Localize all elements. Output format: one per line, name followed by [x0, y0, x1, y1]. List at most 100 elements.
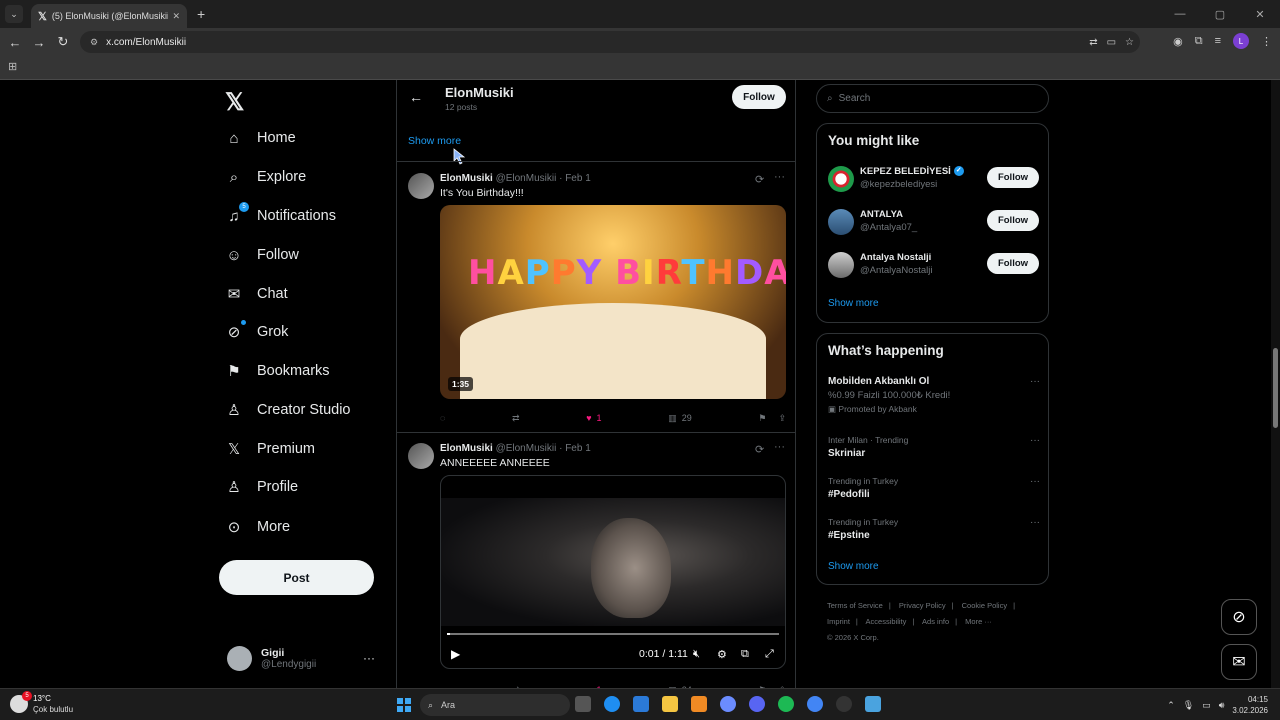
tweet[interactable]: ElonMusiki @ElonMusikii · Feb 1 ⟳ ··· AN…: [397, 441, 795, 688]
suggested-account[interactable]: KEPEZ BELEDİYESİ ✓ @kepezbelediyesi Follo…: [828, 164, 1040, 198]
app-icon[interactable]: [836, 696, 852, 712]
nav-creator-studio[interactable]: ♙ Creator Studio: [225, 395, 350, 425]
follow-button[interactable]: Follow: [987, 167, 1039, 188]
avatar[interactable]: [408, 173, 434, 199]
account-more-icon[interactable]: ···: [363, 651, 375, 665]
forward-button[interactable]: →: [27, 35, 51, 50]
bookmark-star-icon[interactable]: ☆: [1125, 37, 1134, 48]
page-scrollbar[interactable]: [1271, 80, 1280, 688]
trend-more-icon[interactable]: ···: [1030, 435, 1040, 446]
profile-avatar[interactable]: L: [1233, 33, 1249, 49]
taskbar-search[interactable]: ⌕ Ara: [420, 694, 570, 716]
nav-follow[interactable]: ☺ Follow: [225, 240, 299, 270]
weather-widget[interactable]: 5 13°C Çok bulutlu: [10, 691, 100, 717]
file-explorer-icon[interactable]: [662, 696, 678, 712]
nav-home[interactable]: ⌂ Home: [225, 123, 295, 153]
settings-icon[interactable]: ⚙: [717, 648, 727, 661]
store-icon[interactable]: [633, 696, 649, 712]
windows-start-icon[interactable]: [397, 698, 411, 712]
follow-button[interactable]: Follow: [732, 85, 786, 109]
bookmark-icon[interactable]: ⚑: [758, 413, 766, 424]
avatar[interactable]: [408, 443, 434, 469]
trend-item[interactable]: Mobilden Akbanklı Ol %0.99 Faizli 100.00…: [828, 376, 1040, 415]
spotify-icon[interactable]: [778, 696, 794, 712]
back-arrow-icon[interactable]: ←: [409, 89, 423, 105]
extensions-puzzle-icon[interactable]: ⧉: [1195, 35, 1203, 48]
back-button[interactable]: ←: [3, 35, 27, 50]
suggested-account[interactable]: Antalya Nostalji @AntalyaNostalji Follow: [828, 250, 1040, 284]
trend-more-icon[interactable]: ···: [1030, 476, 1040, 487]
volume-icon[interactable]: 🔊︎: [1219, 700, 1225, 711]
repost-button[interactable]: ⇄: [512, 413, 520, 424]
nav-bookmarks[interactable]: ⚑ Bookmarks: [225, 356, 329, 386]
play-icon[interactable]: ▶: [451, 647, 460, 661]
nav-premium[interactable]: 𝕏 Premium: [225, 434, 315, 464]
apps-grid-icon[interactable]: ⊞: [8, 60, 17, 73]
mute-icon[interactable]: 🔇︎: [693, 648, 700, 661]
chrome-icon[interactable]: [807, 696, 823, 712]
author-name[interactable]: ElonMusiki: [440, 173, 493, 184]
trend-more-icon[interactable]: ···: [1030, 376, 1040, 387]
footer-link[interactable]: Accessibility: [866, 617, 907, 626]
nav-explore[interactable]: ⌕ Explore: [225, 162, 306, 192]
app-icon[interactable]: [865, 696, 881, 712]
edge-icon[interactable]: [604, 696, 620, 712]
suggested-account[interactable]: ANTALYA @Antalya07_ Follow: [828, 207, 1040, 241]
new-tab-button[interactable]: +: [197, 6, 205, 22]
video-progress-bar[interactable]: [447, 633, 779, 635]
x-logo-icon[interactable]: 𝕏: [225, 88, 244, 117]
footer-link[interactable]: More ···: [965, 617, 992, 626]
browser-menu-icon[interactable]: ⋮: [1261, 35, 1272, 48]
tweet-more-icon[interactable]: ···: [774, 171, 785, 183]
reload-button[interactable]: ↻: [51, 34, 75, 50]
app-icon[interactable]: [720, 696, 736, 712]
share-icon[interactable]: ⇪: [778, 413, 786, 424]
close-tab-icon[interactable]: ✕: [172, 11, 180, 22]
trend-item[interactable]: Inter Milan · Trending Skriniar ···: [828, 435, 1040, 459]
tab-search-button[interactable]: ⌄: [5, 5, 23, 23]
account-switcher[interactable]: Gigii @Lendygigii ···: [227, 642, 387, 674]
show-more-link[interactable]: Show more: [828, 561, 879, 572]
browser-tab[interactable]: 𝕏 (5) ElonMusiki (@ElonMusikii) / ✕: [31, 4, 187, 28]
app-icon[interactable]: [691, 696, 707, 712]
like-button[interactable]: ♥1: [586, 413, 601, 423]
discord-icon[interactable]: [749, 696, 765, 712]
nav-more[interactable]: ⊙ More: [225, 512, 290, 542]
author-name[interactable]: ElonMusiki: [440, 443, 493, 454]
messages-fab-button[interactable]: ✉: [1221, 644, 1257, 680]
footer-link[interactable]: Terms of Service: [827, 601, 883, 610]
site-info-icon[interactable]: ⚙: [90, 37, 98, 48]
trend-item[interactable]: Trending in Turkey #Epstine ···: [828, 517, 1040, 541]
tray-chevron-icon[interactable]: ⌃: [1167, 700, 1175, 711]
trend-more-icon[interactable]: ···: [1030, 517, 1040, 528]
views-button[interactable]: ▥ 29: [668, 413, 692, 424]
show-more-link[interactable]: Show more: [408, 135, 461, 147]
reading-list-icon[interactable]: ≡: [1215, 35, 1221, 47]
post-button[interactable]: Post: [219, 560, 374, 595]
grok-explain-icon[interactable]: ⟳: [755, 173, 764, 186]
task-view-icon[interactable]: [575, 696, 591, 712]
minimize-button[interactable]: —: [1160, 8, 1200, 20]
nav-profile[interactable]: ♙ Profile: [225, 472, 298, 502]
reply-button[interactable]: ◌: [440, 413, 445, 423]
tweet[interactable]: ElonMusiki @ElonMusikii · Feb 1 ⟳ ··· It…: [397, 171, 795, 431]
picture-in-picture-icon[interactable]: ⧉: [741, 648, 749, 661]
footer-link[interactable]: Privacy Policy: [899, 601, 946, 610]
address-bar[interactable]: ⚙ x.com/ElonMusikii ⇄ ▭ ☆: [80, 31, 1140, 53]
close-window-button[interactable]: ✕: [1240, 8, 1280, 21]
clock[interactable]: 04:15 3.02.2026: [1232, 694, 1268, 716]
tweet-more-icon[interactable]: ···: [774, 441, 785, 453]
grok-fab-button[interactable]: ⊘: [1221, 599, 1257, 635]
maximize-button[interactable]: ▢: [1200, 8, 1240, 21]
fullscreen-icon[interactable]: ⤢: [765, 648, 774, 661]
show-more-link[interactable]: Show more: [828, 298, 879, 309]
trend-item[interactable]: Trending in Turkey #Pedofili ···: [828, 476, 1040, 500]
footer-link[interactable]: Cookie Policy: [962, 601, 1007, 610]
search-input[interactable]: ⌕ Search: [816, 84, 1049, 113]
video-player[interactable]: ▶ 0:01 / 1:11 🔇︎ ⚙ ⧉ ⤢: [440, 475, 786, 669]
footer-link[interactable]: Imprint: [827, 617, 850, 626]
translate-icon[interactable]: ⇄: [1089, 37, 1097, 48]
tweet-video[interactable]: HAPPY BIRTHDAY 1:35: [440, 205, 786, 399]
nav-notifications[interactable]: ♫ 5 Notifications: [225, 201, 336, 231]
scrollbar-thumb[interactable]: [1273, 348, 1278, 428]
